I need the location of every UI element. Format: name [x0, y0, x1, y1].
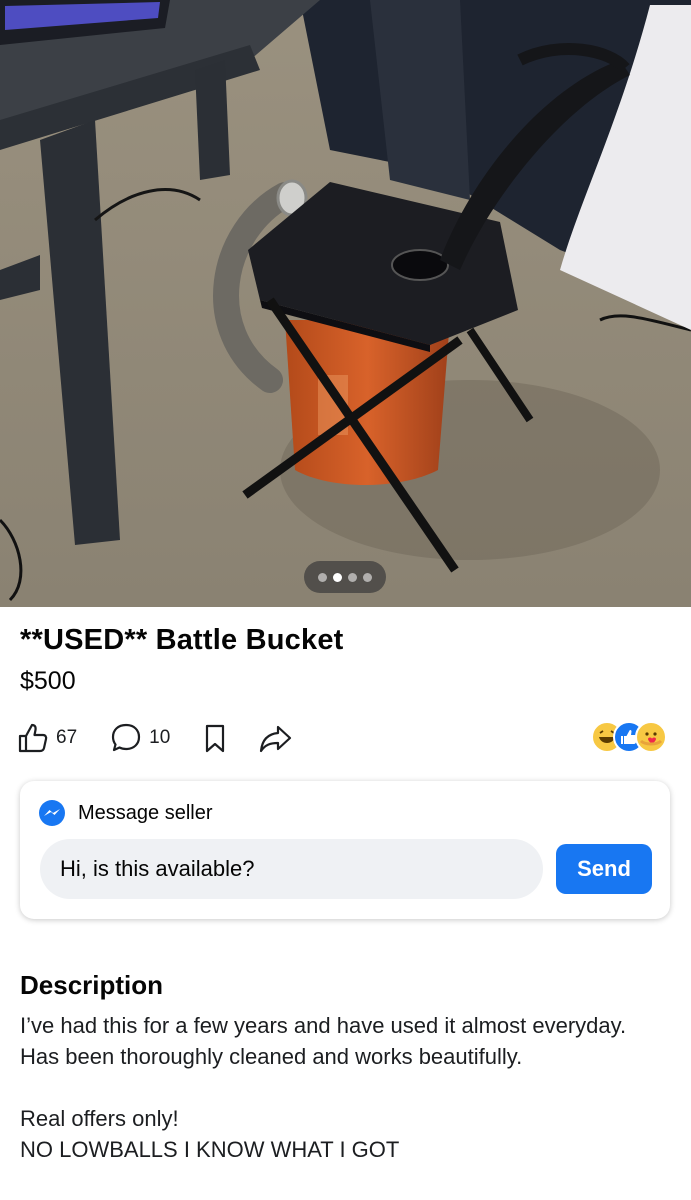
- send-button[interactable]: Send: [556, 844, 652, 894]
- photo-pager[interactable]: [304, 561, 386, 593]
- share-button[interactable]: [258, 721, 294, 755]
- listing-title: **USED** Battle Bucket: [20, 624, 344, 656]
- thumbs-up-icon: [18, 723, 48, 753]
- description-heading: Description: [20, 970, 164, 1000]
- listing-photo[interactable]: [0, 0, 691, 607]
- listing-price: $500: [20, 667, 76, 695]
- message-seller-title: Message seller: [78, 801, 213, 824]
- bookmark-icon: [206, 724, 225, 753]
- pager-dot[interactable]: [363, 572, 372, 582]
- share-icon: [260, 725, 292, 753]
- description-paragraph: I’ve had this for a few years and have u…: [20, 1013, 627, 1069]
- message-seller-header: Message seller: [38, 799, 213, 827]
- description-line: NO LOWBALLS I KNOW WHAT I GOT: [20, 1137, 400, 1162]
- listing-photo-image: [0, 0, 691, 607]
- message-seller-card: Message seller Send: [20, 781, 670, 919]
- comment-count: 10: [149, 727, 171, 748]
- save-button[interactable]: [200, 721, 230, 755]
- like-button[interactable]: 67: [16, 721, 77, 755]
- description-line: Real offers only!: [20, 1106, 179, 1131]
- messenger-icon: [39, 800, 65, 826]
- description-body: I’ve had this for a few years and have u…: [20, 1010, 660, 1165]
- message-input[interactable]: [40, 839, 543, 899]
- comment-button[interactable]: 10: [109, 721, 170, 755]
- pager-dot[interactable]: [348, 572, 357, 582]
- like-count: 67: [56, 727, 78, 748]
- action-bar: 67 10: [16, 718, 294, 758]
- care-emoji-icon: [635, 721, 667, 753]
- comment-icon: [112, 723, 141, 752]
- reaction-summary[interactable]: [591, 721, 669, 753]
- pager-dot[interactable]: [318, 572, 327, 582]
- pager-dot-active[interactable]: [333, 572, 342, 582]
